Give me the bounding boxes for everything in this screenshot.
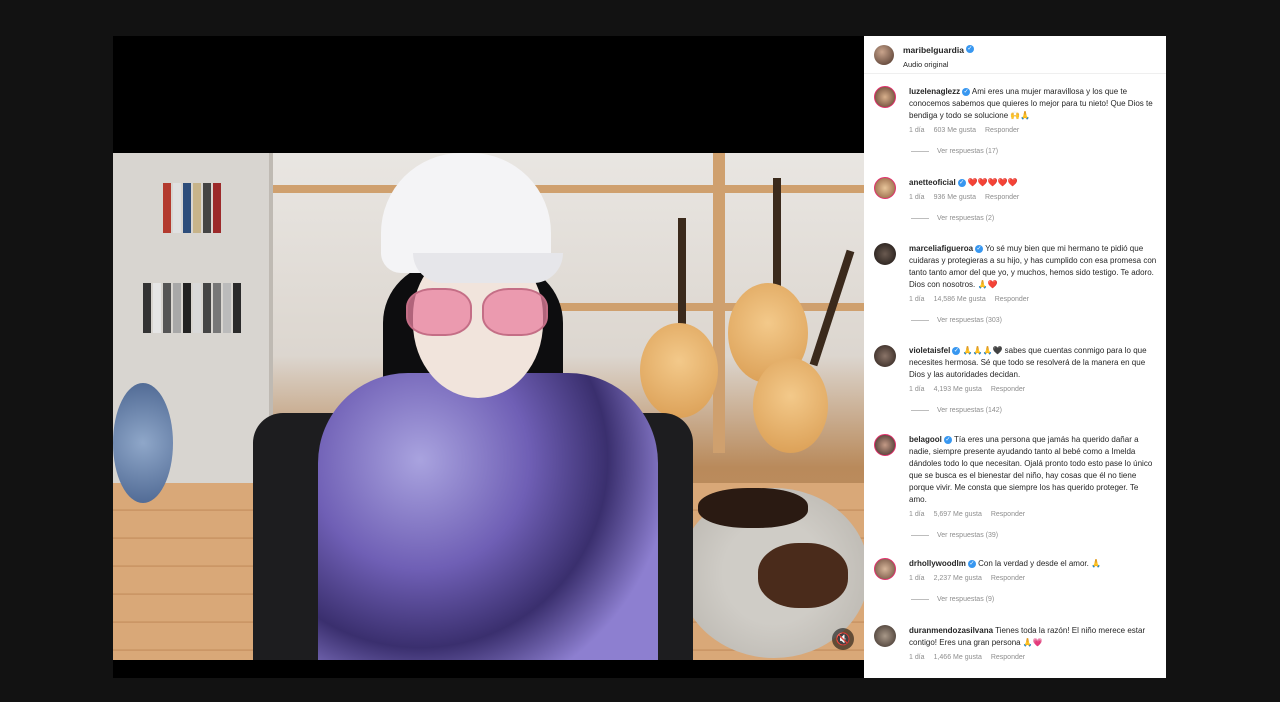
comment-username[interactable]: belagool (909, 435, 942, 444)
blue-guitar (113, 383, 173, 503)
comment-text: Con la verdad y desde el amor. 🙏 (978, 559, 1102, 568)
avatar[interactable] (874, 345, 896, 367)
reply-button[interactable]: Responder (991, 654, 1025, 661)
reply-button[interactable]: Responder (985, 194, 1019, 201)
cap-brim (413, 253, 563, 283)
verified-badge-icon: ✓ (962, 87, 971, 96)
comment-time: 1 día (909, 194, 925, 201)
video-player[interactable]: 🔇 (113, 36, 864, 678)
avatar[interactable] (874, 625, 896, 647)
verified-badge-icon: ✓ (957, 178, 966, 187)
view-replies-button[interactable]: Ver respuestas (142) (911, 407, 1158, 414)
guitar-neck (773, 178, 781, 298)
comment-time: 1 día (909, 127, 925, 134)
video-frame[interactable]: 🔇 (113, 153, 864, 660)
avatar[interactable] (874, 434, 896, 456)
avatar[interactable] (874, 86, 896, 108)
guitar (640, 323, 718, 418)
reply-button[interactable]: Responder (991, 575, 1025, 582)
comment-item: luzelenaglezz ✓ Ami eres una mujer maravi… (874, 86, 1158, 155)
comment-username[interactable]: duranmendozasilvana (909, 626, 993, 635)
comment-time: 1 día (909, 296, 925, 303)
view-replies-button[interactable]: Ver respuestas (39) (911, 532, 1158, 539)
pink-sunglasses (406, 288, 551, 338)
comment-item: violetaisfel ✓ 🙏🙏🙏🖤 sabes que cuentas con… (874, 345, 1158, 414)
comment-item: drhollywoodlm ✓ Con la verdad y desde el … (874, 558, 1158, 603)
verified-badge-icon: ✓ (967, 559, 976, 568)
verified-badge-icon: ✓ (943, 435, 952, 444)
guitar (753, 358, 828, 453)
comment-likes[interactable]: 603 Me gusta (934, 127, 976, 134)
shelf-post (713, 153, 725, 453)
comment-username[interactable]: violetaisfel (909, 346, 950, 355)
comment-likes[interactable]: 2,237 Me gusta (934, 575, 982, 582)
comment-likes[interactable]: 936 Me gusta (934, 194, 976, 201)
view-replies-button[interactable]: Ver respuestas (17) (911, 148, 1158, 155)
comment-time: 1 día (909, 654, 925, 661)
comment-username[interactable]: luzelenaglezz (909, 87, 960, 96)
comments-panel: maribelguardia ✓ Audio original luzelenag… (864, 36, 1166, 678)
reply-button[interactable]: Responder (985, 127, 1019, 134)
comment-likes[interactable]: 14,586 Me gusta (934, 296, 986, 303)
view-replies-button[interactable]: Ver respuestas (2) (911, 215, 1158, 222)
speaker-mute-icon[interactable]: 🔇 (832, 628, 854, 650)
comment-item: belagool ✓ Tía eres una persona que jamás… (874, 434, 1158, 539)
tie-dye-hoodie (318, 373, 658, 660)
brown-dog (758, 543, 848, 608)
reply-button[interactable]: Responder (991, 386, 1025, 393)
verified-badge-icon: ✓ (975, 244, 984, 253)
comment-item: anetteoficial ✓ ❤️❤️❤️❤️❤️ 1 día 936 Me gu… (874, 177, 1158, 222)
wall-shelf (553, 303, 864, 311)
comment-time: 1 día (909, 386, 925, 393)
books (163, 183, 221, 233)
view-replies-button[interactable]: Ver respuestas (303) (911, 317, 1158, 324)
comment-likes[interactable]: 5,697 Me gusta (934, 511, 982, 518)
avatar[interactable] (874, 177, 896, 199)
comment-username[interactable]: marceliafigueroa (909, 244, 973, 253)
verified-badge-icon: ✓ (952, 346, 961, 355)
post-header: maribelguardia ✓ Audio original (864, 36, 1166, 74)
reply-button[interactable]: Responder (995, 296, 1029, 303)
black-dog (698, 488, 808, 528)
avatar[interactable] (874, 243, 896, 265)
comment-time: 1 día (909, 575, 925, 582)
avatar[interactable] (874, 44, 894, 65)
post-username[interactable]: maribelguardia (903, 45, 964, 55)
avatar[interactable] (874, 558, 896, 580)
comment-time: 1 día (909, 511, 925, 518)
comment-text: ❤️❤️❤️❤️❤️ (967, 178, 1018, 187)
view-replies-button[interactable]: Ver respuestas (9) (911, 596, 1158, 603)
comment-likes[interactable]: 4,193 Me gusta (934, 386, 982, 393)
comment-item: duranmendozasilvana Tienes toda la razón… (874, 625, 1158, 661)
audio-label[interactable]: Audio original (903, 60, 974, 69)
comment-username[interactable]: drhollywoodlm (909, 559, 966, 568)
verified-badge-icon: ✓ (965, 44, 974, 53)
books (143, 283, 241, 333)
guitar-neck (678, 218, 686, 338)
comment-likes[interactable]: 1,466 Me gusta (934, 654, 982, 661)
comment-item: marceliafigueroa ✓ Yo sé muy bien que mi … (874, 243, 1158, 324)
reply-button[interactable]: Responder (991, 511, 1025, 518)
comment-username[interactable]: anetteoficial (909, 178, 956, 187)
comment-text: Tía eres una persona que jamás ha querid… (909, 435, 1153, 504)
